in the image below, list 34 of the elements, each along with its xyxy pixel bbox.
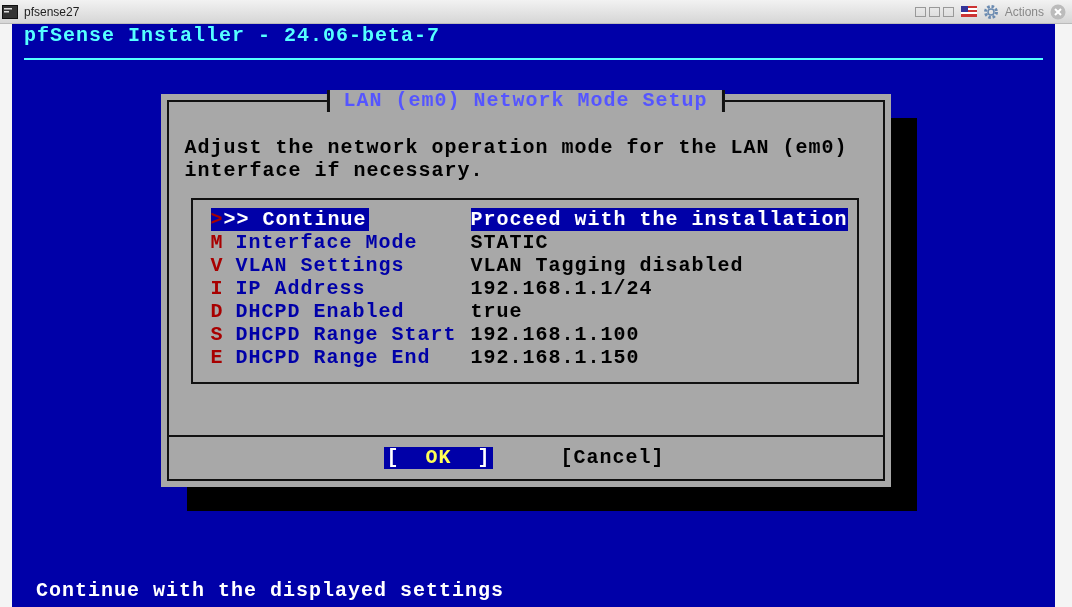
hotkey: E <box>210 346 224 369</box>
menu-item[interactable]: VLAN Settings <box>235 254 405 277</box>
window-layout-icons[interactable] <box>914 5 955 18</box>
menu-item[interactable]: >> Continue <box>223 208 369 231</box>
hotkey: S <box>210 323 224 346</box>
item-description: 192.168.1.100 <box>470 323 640 346</box>
status-line: Continue with the displayed settings <box>35 579 506 604</box>
terminal-icon <box>2 4 18 19</box>
hotkey: V <box>210 254 224 277</box>
dialog-button[interactable]: [Cancel] <box>558 447 667 469</box>
item-description: true <box>470 300 523 323</box>
hotkey: > <box>210 208 224 231</box>
hotkey: I <box>210 277 224 300</box>
close-icon[interactable] <box>1050 3 1066 20</box>
dialog-message: Adjust the network operation mode for the LAN (em0) interface if necessary. <box>183 135 849 184</box>
hotkey: M <box>210 231 224 254</box>
actions-menu[interactable]: Actions <box>1004 4 1044 19</box>
menu-item[interactable]: DHCPD Range End <box>235 346 431 369</box>
window-title: pfsense27 <box>24 4 81 19</box>
item-description: VLAN Tagging disabled <box>470 254 744 277</box>
item-description: 192.168.1.1/24 <box>470 277 653 300</box>
flag-icon[interactable] <box>960 6 977 17</box>
hotkey: D <box>210 300 224 323</box>
dialog-button[interactable]: [ OK ] <box>384 447 493 469</box>
menu-item[interactable]: IP Address <box>235 277 366 300</box>
menu-item[interactable]: DHCPD Enabled <box>235 300 405 323</box>
item-description: Proceed with the installation <box>470 208 848 231</box>
item-description: 192.168.1.150 <box>470 346 640 369</box>
installer-header: pfSense Installer - 24.06-beta-7 <box>23 24 442 49</box>
menu-item[interactable]: Interface Mode <box>235 231 418 254</box>
item-description: STATIC <box>470 231 549 254</box>
menu-item[interactable]: DHCPD Range Start <box>235 323 457 346</box>
gear-icon[interactable] <box>982 3 999 20</box>
dialog-title: LAN (em0) Network Mode Setup <box>326 90 725 112</box>
